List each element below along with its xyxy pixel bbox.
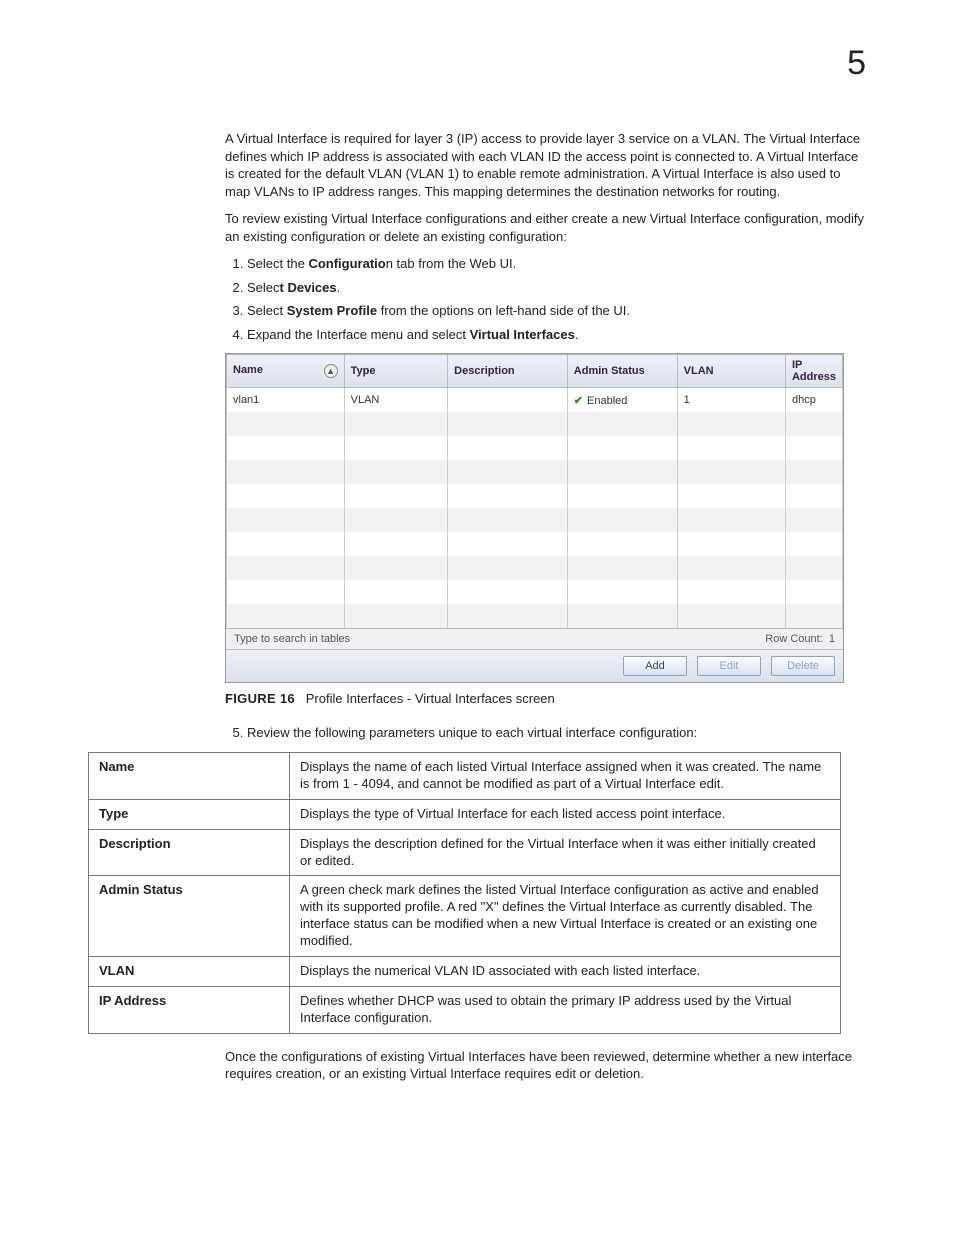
step-4: Expand the Interface menu and select Vir… [247,326,866,344]
param-value: Displays the name of each listed Virtual… [290,753,841,800]
param-row: NameDisplays the name of each listed Vir… [89,753,841,800]
figure-caption: FIGURE 16 Profile Interfaces - Virtual I… [225,691,866,706]
param-row: IP AddressDefines whether DHCP was used … [89,986,841,1033]
sort-asc-icon[interactable]: ▲ [324,364,338,378]
step-list-continued: Review the following parameters unique t… [225,724,866,742]
parameter-table: NameDisplays the name of each listed Vir… [88,752,841,1034]
cell-type: VLAN [344,388,448,413]
col-description[interactable]: Description [448,355,568,388]
cell-name: vlan1 [227,388,345,413]
param-value: A green check mark defines the listed Vi… [290,876,841,957]
param-row: TypeDisplays the type of Virtual Interfa… [89,799,841,829]
param-row: Admin StatusA green check mark defines t… [89,876,841,957]
step-1: Select the Configuration tab from the We… [247,255,866,273]
param-key: VLAN [89,957,290,987]
param-value: Defines whether DHCP was used to obtain … [290,986,841,1033]
virtual-interfaces-screen: Name ▲ Type Description Admin Status VLA… [225,353,844,683]
param-key: Description [89,829,290,876]
edit-button[interactable]: Edit [697,656,761,676]
col-name[interactable]: Name ▲ [227,355,345,388]
param-row: DescriptionDisplays the description defi… [89,829,841,876]
cell-admin-status: ✔Enabled [567,388,677,413]
step-2: Select Devices. [247,279,866,297]
param-value: Displays the numerical VLAN ID associate… [290,957,841,987]
after-paragraph: Once the configurations of existing Virt… [225,1048,866,1083]
add-button[interactable]: Add [623,656,687,676]
cell-ip: dhcp [785,388,842,413]
col-ip-address[interactable]: IP Address [785,355,842,388]
lead-paragraph: To review existing Virtual Interface con… [225,210,866,245]
col-vlan[interactable]: VLAN [677,355,785,388]
col-type[interactable]: Type [344,355,448,388]
table-row[interactable]: vlan1 VLAN ✔Enabled 1 dhcp [227,388,843,413]
param-value: Displays the type of Virtual Interface f… [290,799,841,829]
delete-button[interactable]: Delete [771,656,835,676]
param-key: Admin Status [89,876,290,957]
virtual-interfaces-table: Name ▲ Type Description Admin Status VLA… [226,354,843,628]
param-row: VLANDisplays the numerical VLAN ID assoc… [89,957,841,987]
param-value: Displays the description defined for the… [290,829,841,876]
chapter-number: 5 [847,44,866,83]
col-admin-status[interactable]: Admin Status [567,355,677,388]
param-key: Name [89,753,290,800]
step-5: Review the following parameters unique t… [247,724,866,742]
cell-vlan: 1 [677,388,785,413]
cell-description [448,388,568,413]
step-list: Select the Configuration tab from the We… [225,255,866,343]
intro-paragraph: A Virtual Interface is required for laye… [225,130,866,200]
check-icon: ✔ [574,395,583,407]
row-count: Row Count: 1 [765,633,835,645]
param-key: Type [89,799,290,829]
search-input[interactable]: Type to search in tables [234,633,350,645]
param-key: IP Address [89,986,290,1033]
step-3: Select System Profile from the options o… [247,302,866,320]
